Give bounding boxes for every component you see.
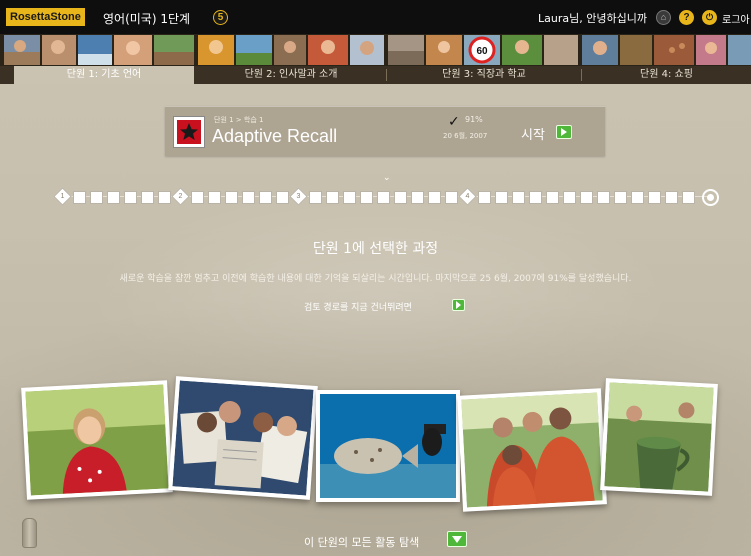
activity-card[interactable]: 단원 1 > 학습 1 Adaptive Recall ✓ 91% 20 6월,…: [165, 106, 605, 156]
lesson-square[interactable]: [580, 191, 593, 204]
lesson-square[interactable]: [158, 191, 171, 204]
rosetta-stone-logo: RosettaStone: [6, 8, 85, 26]
explore-down-button[interactable]: [447, 531, 467, 547]
progress-track: 1 2 3 4: [52, 187, 719, 207]
activity-date: 20 6월, 2007: [443, 132, 488, 140]
start-play-button[interactable]: [556, 125, 572, 139]
photo-image: [25, 384, 169, 496]
lesson-square[interactable]: [225, 191, 238, 204]
activity-icon-box: [173, 116, 205, 148]
current-position-chevron-icon: ⌄: [383, 173, 391, 183]
logout-link[interactable]: 로그아: [722, 11, 750, 26]
unit-2-thumbnails: [198, 35, 384, 65]
activity-title: Adaptive Recall: [212, 126, 338, 146]
lesson-square[interactable]: [90, 191, 103, 204]
lesson-square[interactable]: [141, 191, 154, 204]
lesson-square[interactable]: [107, 191, 120, 204]
speed-sign-text: 60: [476, 46, 488, 57]
lesson-square[interactable]: [73, 191, 86, 204]
unit-4-thumbnails: [582, 35, 751, 65]
lesson-square[interactable]: [428, 191, 441, 204]
course-title[interactable]: 영어(미국) 1단계: [103, 10, 190, 27]
skip-review-button[interactable]: [452, 299, 465, 311]
milestone-diamond-4[interactable]: 4: [458, 187, 477, 206]
lesson-square[interactable]: [495, 191, 508, 204]
lesson-square[interactable]: [360, 191, 373, 204]
lesson-square[interactable]: [309, 191, 322, 204]
lesson-photo-newspaper[interactable]: [168, 376, 318, 500]
lesson-square[interactable]: [478, 191, 491, 204]
home-icon[interactable]: ⌂: [656, 10, 671, 25]
section-title: 단원 1에 선택한 과정: [312, 241, 439, 257]
tab-unit-1[interactable]: 단원 1: 기초 언어: [14, 66, 194, 84]
lesson-square[interactable]: [343, 191, 356, 204]
star-icon: [177, 120, 201, 144]
photo-image: [172, 380, 314, 496]
lesson-square[interactable]: [276, 191, 289, 204]
side-panel-handle[interactable]: [22, 518, 37, 548]
checkmark-icon: ✓: [448, 114, 460, 130]
lesson-square[interactable]: [208, 191, 221, 204]
help-icon[interactable]: ?: [679, 10, 694, 25]
lesson-square[interactable]: [648, 191, 661, 204]
lesson-square[interactable]: [563, 191, 576, 204]
lesson-square[interactable]: [512, 191, 525, 204]
lesson-photo-cups[interactable]: [600, 378, 718, 496]
section-description: 새로운 학습을 잠깐 멈추고 이전에 학습한 내용에 대한 기억을 되살리는 시…: [119, 274, 632, 284]
lesson-photo-child[interactable]: [21, 380, 173, 500]
tab-unit-2[interactable]: 단원 2: 인사말과 소개: [196, 66, 386, 84]
top-bar: RosettaStone 영어(미국) 1단계 5 Laura님, 안녕하십니까…: [0, 0, 751, 34]
photo-image: [604, 382, 714, 492]
unit-tabs: 단원 1: 기초 언어 단원 2: 인사말과 소개 단원 3: 직장과 학교 단…: [0, 66, 751, 84]
lesson-photo-group[interactable]: [457, 388, 607, 512]
lesson-square[interactable]: [682, 191, 695, 204]
milestone-diamond-1[interactable]: 1: [53, 187, 72, 206]
lesson-square[interactable]: [259, 191, 272, 204]
unit-1-thumbnails: [4, 35, 194, 65]
lesson-square[interactable]: [546, 191, 559, 204]
level-badge-icon[interactable]: 5: [213, 10, 228, 25]
tab-unit-4[interactable]: 단원 4: 쇼핑: [582, 66, 751, 84]
unit-thumbnail-strip[interactable]: 60: [0, 34, 751, 66]
lesson-photo-diver[interactable]: [316, 390, 460, 502]
lesson-square[interactable]: [597, 191, 610, 204]
lesson-square[interactable]: [124, 191, 137, 204]
lesson-square[interactable]: [191, 191, 204, 204]
explore-activities-label[interactable]: 이 단원의 모든 활동 탐색: [304, 534, 419, 550]
lesson-square[interactable]: [529, 191, 542, 204]
lesson-square[interactable]: [614, 191, 627, 204]
lesson-square[interactable]: [326, 191, 339, 204]
activity-score: 91%: [465, 115, 483, 124]
activity-breadcrumb: 단원 1 > 학습 1: [214, 116, 264, 124]
lesson-square[interactable]: [242, 191, 255, 204]
lesson-square[interactable]: [377, 191, 390, 204]
lesson-square[interactable]: [631, 191, 644, 204]
lesson-square[interactable]: [665, 191, 678, 204]
thumbnail-images: 60: [4, 35, 751, 65]
unit-3-thumbnails: 60: [388, 35, 578, 65]
user-greeting: Laura님, 안녕하십니까: [538, 12, 647, 25]
lesson-square[interactable]: [445, 191, 458, 204]
start-label[interactable]: 시작: [521, 124, 545, 143]
milestone-diamond-3[interactable]: 3: [289, 187, 308, 206]
milestone-diamond-2[interactable]: 2: [171, 187, 190, 206]
lesson-square[interactable]: [394, 191, 407, 204]
unit-end-target-icon[interactable]: [702, 189, 719, 206]
tab-unit-3[interactable]: 단원 3: 직장과 학교: [387, 66, 581, 84]
photo-image: [320, 394, 456, 498]
photo-image: [461, 392, 603, 508]
power-icon[interactable]: ⏻: [702, 10, 717, 25]
lesson-square[interactable]: [411, 191, 424, 204]
skip-review-text[interactable]: 검토 경로를 지금 건너뛰려면: [304, 300, 412, 313]
